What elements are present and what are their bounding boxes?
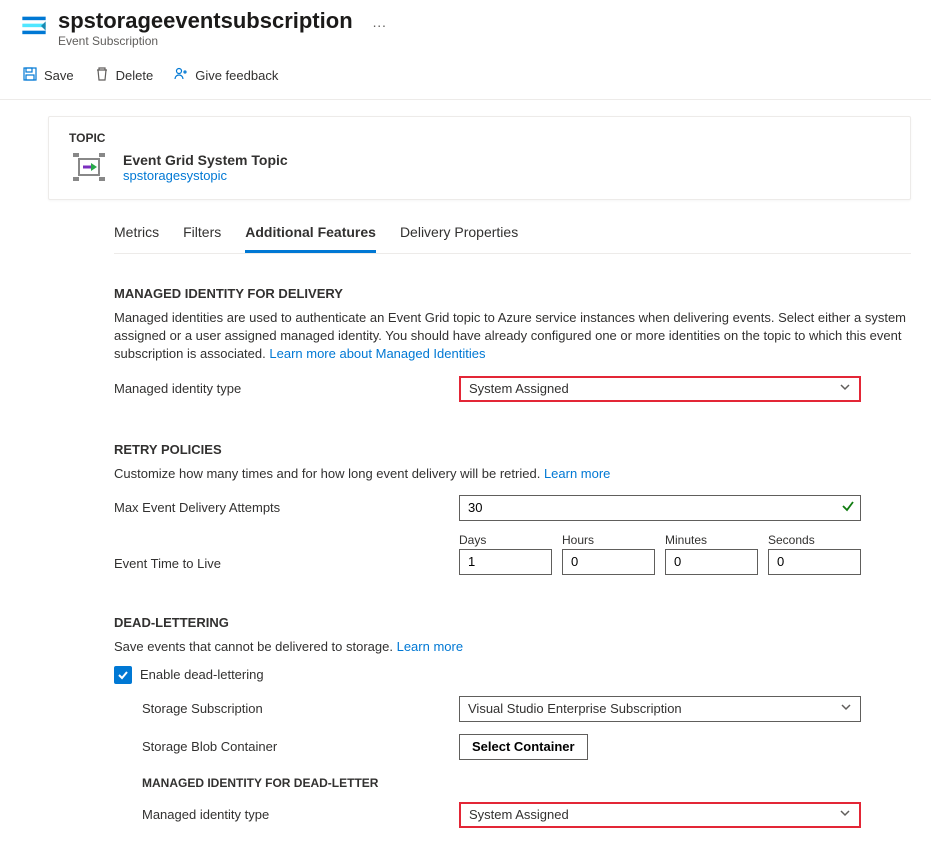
managed-identity-type-value: System Assigned	[469, 381, 569, 396]
storage-container-label: Storage Blob Container	[142, 739, 459, 754]
checkmark-icon	[841, 499, 855, 516]
storage-subscription-label: Storage Subscription	[142, 701, 459, 716]
page-subtitle: Event Subscription	[58, 34, 911, 48]
ttl-seconds-label: Seconds	[768, 533, 861, 547]
delete-label: Delete	[116, 68, 154, 83]
ttl-hours-label: Hours	[562, 533, 655, 547]
tab-metrics[interactable]: Metrics	[114, 218, 159, 253]
ttl-days-input[interactable]	[459, 549, 552, 575]
chevron-down-icon	[839, 807, 851, 822]
managed-identity-learn-more-link[interactable]: Learn more about Managed Identities	[269, 346, 485, 361]
managed-identity-type-label: Managed identity type	[114, 381, 459, 396]
feedback-button[interactable]: Give feedback	[171, 62, 280, 89]
tab-filters[interactable]: Filters	[183, 218, 221, 253]
enable-dead-lettering-checkbox[interactable]	[114, 666, 132, 684]
ttl-seconds-input[interactable]	[768, 549, 861, 575]
save-label: Save	[44, 68, 74, 83]
more-actions-button[interactable]: ···	[372, 17, 386, 33]
storage-subscription-value: Visual Studio Enterprise Subscription	[468, 701, 682, 716]
dead-letter-learn-more-link[interactable]: Learn more	[397, 639, 463, 654]
storage-subscription-select[interactable]: Visual Studio Enterprise Subscription	[459, 696, 861, 722]
topic-link[interactable]: spstoragesystopic	[123, 168, 288, 183]
max-attempts-label: Max Event Delivery Attempts	[114, 500, 459, 515]
tab-delivery-properties[interactable]: Delivery Properties	[400, 218, 518, 253]
tab-bar: Metrics Filters Additional Features Deli…	[114, 218, 911, 254]
enable-dead-lettering-label: Enable dead-lettering	[140, 667, 264, 682]
ttl-minutes-input[interactable]	[665, 549, 758, 575]
managed-identity-desc: Managed identities are used to authentic…	[114, 309, 911, 364]
topic-name: Event Grid System Topic	[123, 152, 288, 168]
dead-letter-mi-type-label: Managed identity type	[142, 807, 459, 822]
trash-icon	[94, 66, 110, 85]
max-attempts-input[interactable]	[459, 495, 861, 521]
dead-letter-desc: Save events that cannot be delivered to …	[114, 638, 911, 656]
select-container-button[interactable]: Select Container	[459, 734, 588, 760]
toolbar: Save Delete Give feedback	[0, 52, 931, 100]
event-grid-topic-icon	[69, 149, 109, 185]
topic-card: TOPIC Event Grid System Topic spstorages…	[48, 116, 911, 200]
retry-learn-more-link[interactable]: Learn more	[544, 466, 610, 481]
managed-identity-type-select[interactable]: System Assigned	[459, 376, 861, 402]
event-subscription-icon	[20, 12, 48, 40]
ttl-label: Event Time to Live	[114, 556, 459, 575]
topic-card-label: TOPIC	[69, 131, 890, 145]
ttl-days-label: Days	[459, 533, 552, 547]
tab-additional-features[interactable]: Additional Features	[245, 218, 376, 253]
ttl-hours-input[interactable]	[562, 549, 655, 575]
ttl-minutes-label: Minutes	[665, 533, 758, 547]
dead-letter-mi-title: MANAGED IDENTITY FOR DEAD-LETTER	[142, 776, 911, 790]
chevron-down-icon	[840, 701, 852, 716]
feedback-label: Give feedback	[195, 68, 278, 83]
retry-section-title: RETRY POLICIES	[114, 442, 911, 457]
managed-identity-section-title: MANAGED IDENTITY FOR DELIVERY	[114, 286, 911, 301]
save-icon	[22, 66, 38, 85]
feedback-icon	[173, 66, 189, 85]
dead-letter-mi-type-value: System Assigned	[469, 807, 569, 822]
retry-desc: Customize how many times and for how lon…	[114, 465, 911, 483]
delete-button[interactable]: Delete	[92, 62, 156, 89]
chevron-down-icon	[839, 381, 851, 396]
dead-letter-section-title: DEAD-LETTERING	[114, 615, 911, 630]
dead-letter-mi-type-select[interactable]: System Assigned	[459, 802, 861, 828]
save-button[interactable]: Save	[20, 62, 76, 89]
page-title: spstorageeventsubscription	[58, 8, 353, 34]
